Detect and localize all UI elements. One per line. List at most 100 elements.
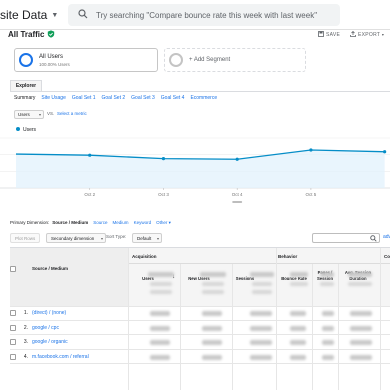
total-pages-sub [320, 282, 334, 286]
obscured-cell-value [350, 311, 372, 316]
segment-all-users[interactable]: All Users 100.00% Users [14, 48, 158, 72]
obscured-cell-value [290, 311, 306, 316]
segment-ring-icon [19, 53, 33, 67]
group-divider [128, 263, 390, 264]
row-number: 4. [23, 353, 28, 360]
data-point[interactable] [309, 148, 313, 152]
row-number: 3. [23, 339, 28, 345]
obscured-cell-value [322, 340, 334, 345]
total-users-value [148, 272, 174, 277]
report-title-text: All Traffic [8, 30, 45, 39]
vs-label: VS. [47, 111, 55, 116]
row-source-medium-link[interactable]: google / organic [32, 339, 68, 345]
row-checkbox[interactable] [10, 353, 16, 360]
search-input[interactable] [96, 7, 336, 23]
search-box[interactable] [68, 4, 340, 26]
total-users-sub [150, 282, 172, 286]
export-caret-icon: ▾ [381, 32, 385, 37]
dimension-keyword[interactable]: Keyword [134, 220, 152, 225]
data-point[interactable] [235, 157, 239, 161]
x-tick-label: Oct 5 [306, 192, 317, 197]
obscured-cell-value [290, 340, 306, 345]
tab-divider [10, 91, 390, 92]
table-toolbar: Plot Rows Secondary dimension Sort Type:… [10, 233, 390, 244]
sort-type-dropdown[interactable]: Default [132, 233, 162, 243]
obscured-cell-value [250, 325, 272, 331]
row-checkbox[interactable] [10, 310, 16, 316]
group-conversions: Co [384, 254, 390, 259]
segment-ring-icon [169, 53, 183, 67]
row-divider [10, 363, 390, 364]
table-search-input[interactable] [312, 233, 380, 243]
row-source-medium-link[interactable]: m.facebook.com / referral [32, 354, 89, 360]
obscured-cell-value [150, 325, 170, 331]
total-duration-value [348, 272, 372, 277]
subnav-goal-set-3[interactable]: Goal Set 3 [131, 95, 155, 101]
total-bounce-rate-value [290, 272, 308, 277]
obscured-cell-value [322, 311, 334, 316]
total-pages-value [320, 272, 334, 277]
obscured-cell-value [202, 354, 222, 360]
total-duration-sub [348, 282, 372, 286]
row-number: 2. [23, 324, 28, 331]
column-source-medium[interactable]: Source / Medium [32, 266, 68, 271]
chart-legend: Users [16, 127, 36, 133]
subnav-ecommerce[interactable]: Ecommerce [190, 95, 217, 101]
users-line-chart: Oct 2 Oct 3 Oct 4 Oct 5 [0, 137, 390, 203]
report-title: All Traffic [8, 30, 55, 39]
obscured-cell-value [250, 340, 272, 345]
plot-rows-button[interactable]: Plot Rows [10, 233, 41, 243]
primary-dimension-bar: Primary Dimension: Source / Medium Source M… [10, 220, 176, 226]
metric-dropdown[interactable]: Users [14, 110, 44, 119]
subnav-site-usage[interactable]: Site Usage [41, 95, 65, 101]
chart-area [16, 150, 385, 188]
obscured-cell-value [350, 325, 372, 331]
data-point[interactable] [383, 150, 387, 154]
subnav-goal-set-4[interactable]: Goal Set 4 [161, 95, 185, 101]
chart-resize-handle[interactable] [232, 201, 243, 203]
sort-type-label: Sort Type: [106, 234, 127, 239]
obscured-cell-value [150, 354, 170, 360]
group-acquisition: Acquisition [132, 254, 157, 259]
group-behavior: Behavior [278, 254, 298, 259]
subnav-summary[interactable]: Summary [14, 95, 35, 101]
row-source-medium-link[interactable]: (direct) / (none) [32, 310, 66, 316]
dimension-source-medium: Source / Medium [52, 220, 89, 225]
data-point[interactable] [88, 153, 92, 157]
dimension-other[interactable]: Other ▾ [156, 220, 171, 225]
table-row: 3. google / organic [10, 335, 390, 350]
x-tick-label: Oct 4 [232, 192, 243, 197]
property-selector[interactable]: site Data ▼ [0, 8, 58, 22]
dimension-header-cell [10, 248, 128, 306]
export-label: EXPORT [358, 32, 381, 38]
total-new-users-sub2 [202, 290, 224, 294]
row-number: 1. [23, 310, 28, 316]
obscured-cell-value [202, 325, 222, 331]
row-source-medium-link[interactable]: google / cpc [32, 325, 59, 331]
advanced-filter-link[interactable]: adv [383, 234, 390, 240]
secondary-dimension-dropdown[interactable]: Secondary dimension [46, 233, 106, 243]
select-all-checkbox[interactable] [10, 266, 16, 272]
obscured-cell-value [150, 311, 170, 316]
total-users-sub2 [150, 290, 172, 294]
obscured-cell-value [202, 311, 222, 316]
add-segment-button[interactable]: + Add Segment [164, 48, 306, 72]
row-checkbox[interactable] [10, 339, 16, 345]
legend-dot-icon [16, 127, 20, 131]
row-checkbox[interactable] [10, 324, 16, 331]
select-metric-link[interactable]: Select a metric [57, 111, 87, 116]
save-button[interactable]: SAVE [318, 31, 340, 38]
dimension-medium[interactable]: Medium [113, 220, 129, 225]
caret-down-icon: ▼ [51, 12, 59, 20]
data-point[interactable] [161, 157, 166, 161]
legend-label: Users [23, 127, 37, 133]
table-row: 2. google / cpc [10, 321, 390, 335]
tab-explorer[interactable]: Explorer [10, 80, 42, 91]
export-icon [350, 30, 356, 37]
export-button[interactable]: EXPORT ▾ [350, 30, 385, 38]
total-new-users-value [200, 272, 226, 277]
dimension-source[interactable]: Source [93, 220, 107, 225]
obscured-cell-value [350, 354, 372, 360]
subnav-goal-set-2[interactable]: Goal Set 2 [102, 95, 126, 101]
subnav-goal-set-1[interactable]: Goal Set 1 [72, 95, 96, 101]
